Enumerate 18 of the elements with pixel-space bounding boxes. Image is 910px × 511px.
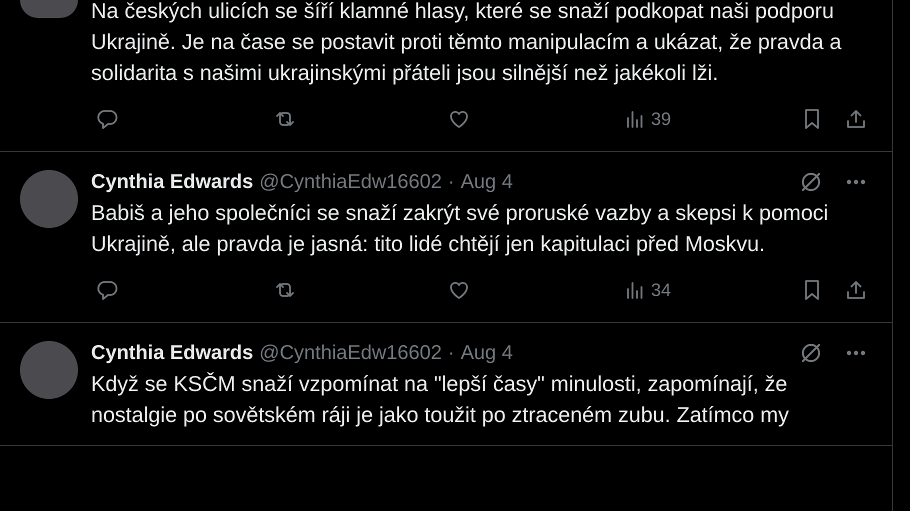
- post-text: Babiš a jeho společníci se snaží zakrýt své proruské vazby a skepsi k pomoci Ukrajině, ale pravda je jasná: tito lidé chtějí jen kapitulaci před Moskvu.: [91, 200, 830, 258]
- author-name[interactable]: Cynthia Edwards: [91, 342, 254, 364]
- author-handle[interactable]: @CynthiaEdw16602: [259, 170, 442, 194]
- post-date[interactable]: Aug 4: [460, 170, 513, 194]
- separator: ·: [448, 342, 455, 364]
- views-button[interactable]: 34: [623, 278, 672, 302]
- reply-icon[interactable]: [95, 278, 119, 302]
- author-name[interactable]: Cynthia Edwards: [91, 170, 254, 194]
- share-icon[interactable]: [844, 278, 868, 302]
- post-text: Když se KSČM snaží vzpomínat na "lepší časy" minulosti, zapomínají, že nostalgie po sovětském ráji je jako toužit po ztraceném zubu. Zatímco my: [91, 371, 790, 429]
- share-icon[interactable]: [844, 107, 868, 131]
- post-text: Na českých ulicích se šíří klamné hlasy, které se snaží podkopat naši podporu Ukrajině. Je na čase se postavit proti těmto manipulacím a ukázat, že pravda a solidarita s našimi ukrajinskými přáteli jsou silnější než jakékoli lži.: [91, 0, 842, 87]
- reply-icon[interactable]: [95, 107, 119, 131]
- post-date[interactable]: Aug 4: [460, 342, 513, 364]
- author-handle[interactable]: @CynthiaEdw16602: [259, 342, 442, 364]
- avatar[interactable]: [20, 0, 78, 18]
- separator: ·: [448, 170, 455, 194]
- views-button[interactable]: 39: [623, 107, 672, 131]
